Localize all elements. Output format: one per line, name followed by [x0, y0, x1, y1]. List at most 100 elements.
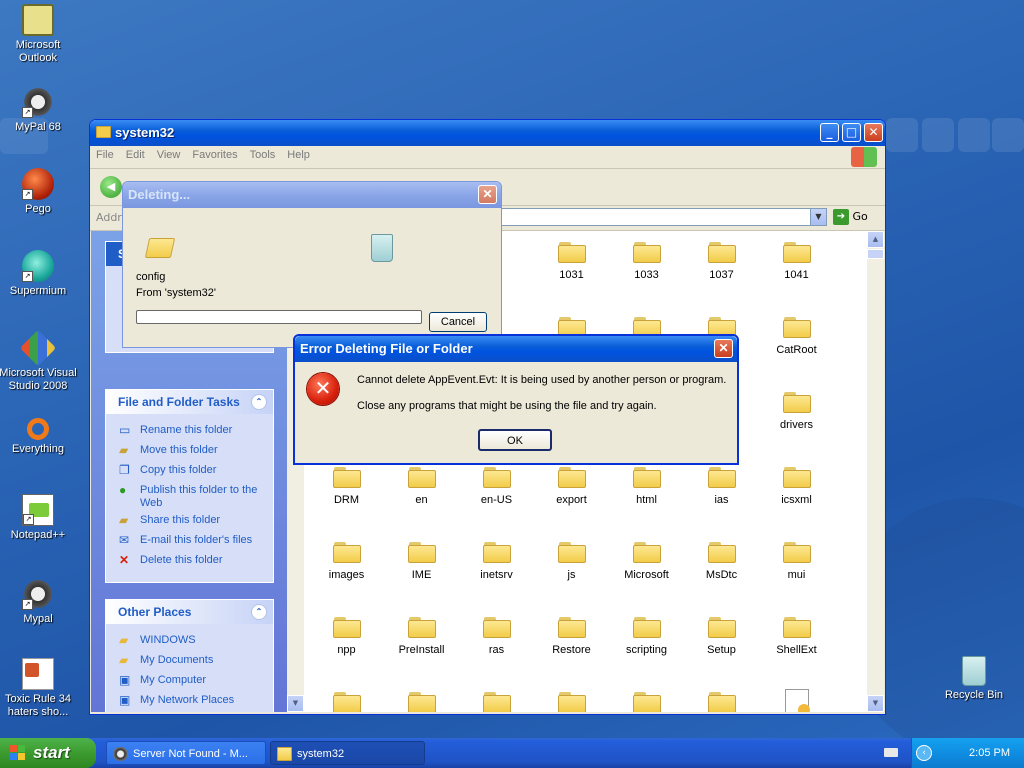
- go-button[interactable]: ➔ Go: [833, 209, 879, 227]
- folder-item[interactable]: inetsrv: [459, 539, 534, 581]
- desktop-icon-visual-studio[interactable]: Microsoft Visual Studio 2008: [0, 329, 78, 393]
- folder-item[interactable]: Restore: [534, 614, 609, 656]
- task-copy-folder[interactable]: ❐ Copy this folder: [106, 462, 273, 482]
- close-button[interactable]: ✕: [864, 123, 883, 142]
- folder-item[interactable]: images: [309, 539, 384, 581]
- desktop-icon-everything[interactable]: Everything: [0, 414, 78, 456]
- folder-item[interactable]: icsxml: [759, 464, 834, 506]
- folder-item[interactable]: ias: [684, 464, 759, 506]
- folder-item[interactable]: 1033: [609, 239, 684, 281]
- folder-item[interactable]: scripting: [609, 614, 684, 656]
- folder-item[interactable]: html: [609, 464, 684, 506]
- start-button[interactable]: start: [0, 738, 96, 768]
- error-dialog-titlebar[interactable]: Error Deleting File or Folder ✕: [295, 336, 737, 362]
- scroll-down-button[interactable]: ▼: [867, 695, 884, 712]
- my-computer-icon: ▣: [119, 673, 131, 687]
- desktop-icon-outlook[interactable]: Microsoft Outlook: [0, 4, 78, 65]
- place-my-computer[interactable]: ▣ My Computer: [106, 672, 273, 692]
- menu-view[interactable]: View: [151, 146, 187, 161]
- deleting-dialog-titlebar[interactable]: Deleting... ✕: [123, 182, 501, 208]
- back-button[interactable]: ◀: [100, 176, 122, 198]
- ok-button[interactable]: OK: [478, 429, 552, 451]
- task-move-folder[interactable]: ▰ Move this folder: [106, 442, 273, 462]
- desktop-icon-mypal68[interactable]: ↗ MyPal 68: [0, 86, 78, 134]
- taskbar-button-browser[interactable]: Server Not Found - M...: [106, 741, 266, 765]
- desktop-icon-supermium[interactable]: ↗ Supermium: [0, 250, 78, 298]
- folder-item[interactable]: drivers: [759, 389, 834, 431]
- folder-item[interactable]: 1031: [534, 239, 609, 281]
- wallpaper-tiles: [884, 118, 1024, 154]
- folder-item[interactable]: [609, 689, 684, 712]
- folder-icon: [632, 539, 661, 563]
- clock[interactable]: 2:05 PM: [969, 738, 1010, 768]
- tray-expand-chevron-icon[interactable]: ‹: [916, 745, 932, 761]
- task-email-files[interactable]: ✉ E-mail this folder's files: [106, 532, 273, 552]
- folder-item[interactable]: 1041: [759, 239, 834, 281]
- scroll-thumb[interactable]: [867, 249, 884, 259]
- task-share-folder[interactable]: ▰ Share this folder: [106, 512, 273, 532]
- desktop-icon-notepadpp[interactable]: ↗ Notepad++: [0, 494, 78, 542]
- panel-header[interactable]: Other Places ⌃: [106, 600, 273, 624]
- folder-item[interactable]: PreInstall: [384, 614, 459, 656]
- folder-item[interactable]: [384, 689, 459, 712]
- place-my-network[interactable]: ▣ My Network Places: [106, 692, 273, 712]
- task-rename-folder[interactable]: ▭ Rename this folder: [106, 422, 273, 442]
- folder-label: html: [636, 494, 657, 506]
- desktop-icon-mypal[interactable]: ↗ Mypal: [0, 578, 78, 626]
- explorer-titlebar[interactable]: system32 _ □ ✕: [90, 120, 885, 146]
- folder-item[interactable]: MsDtc: [684, 539, 759, 581]
- minimize-button[interactable]: _: [820, 123, 839, 142]
- folder-item[interactable]: IME: [384, 539, 459, 581]
- folder-item[interactable]: [309, 689, 384, 712]
- folder-item[interactable]: js: [534, 539, 609, 581]
- menu-edit[interactable]: Edit: [120, 146, 151, 161]
- folder-item[interactable]: npp: [309, 614, 384, 656]
- folder-item[interactable]: [759, 689, 834, 712]
- folder-item[interactable]: Microsoft: [609, 539, 684, 581]
- folder-item[interactable]: [459, 689, 534, 712]
- close-button[interactable]: ✕: [714, 339, 733, 358]
- folder-item[interactable]: en-US: [459, 464, 534, 506]
- collapse-chevron-icon[interactable]: ⌃: [251, 394, 267, 410]
- error-dialog[interactable]: Error Deleting File or Folder ✕ ✕ Cannot…: [293, 334, 739, 465]
- folder-item[interactable]: CatRoot: [759, 314, 834, 356]
- deleting-dialog[interactable]: Deleting... ✕ config From 'system32' Can…: [122, 181, 502, 348]
- panel-header[interactable]: File and Folder Tasks ⌃: [106, 390, 273, 414]
- taskbar-button-system32[interactable]: system32: [270, 741, 425, 765]
- folder-item[interactable]: DRM: [309, 464, 384, 506]
- scroll-up-button[interactable]: ▲: [867, 231, 884, 248]
- cancel-button[interactable]: Cancel: [429, 312, 487, 332]
- close-button[interactable]: ✕: [478, 185, 497, 204]
- scroll-down-button[interactable]: ▼: [287, 695, 304, 712]
- folder-item[interactable]: export: [534, 464, 609, 506]
- move-folder-icon: ▰: [119, 443, 129, 457]
- place-windows[interactable]: ▰ WINDOWS: [106, 632, 273, 652]
- maximize-button[interactable]: □: [842, 123, 861, 142]
- content-scrollbar[interactable]: ▲ ▼: [867, 231, 884, 712]
- menu-favorites[interactable]: Favorites: [186, 146, 243, 161]
- folder-label: js: [567, 569, 576, 581]
- menu-tools[interactable]: Tools: [244, 146, 282, 161]
- folder-item[interactable]: mui: [759, 539, 834, 581]
- folder-item[interactable]: [684, 689, 759, 712]
- folder-item[interactable]: 1037: [684, 239, 759, 281]
- folder-item[interactable]: ras: [459, 614, 534, 656]
- desktop-icon-label: Recycle Bin: [944, 689, 1004, 701]
- address-dropdown-button[interactable]: ▼: [810, 208, 827, 226]
- folder-label: drivers: [779, 419, 813, 431]
- folder-icon: [557, 689, 586, 712]
- collapse-chevron-icon[interactable]: ⌃: [251, 604, 267, 620]
- desktop-icon-recycle-bin[interactable]: Recycle Bin: [934, 656, 1014, 702]
- folder-item[interactable]: ShellExt: [759, 614, 834, 656]
- my-documents-icon: ▰: [119, 653, 129, 667]
- desktop-icon-pego[interactable]: ↗ Pego: [0, 168, 78, 216]
- folder-item[interactable]: [534, 689, 609, 712]
- folder-icon: [407, 614, 436, 638]
- folder-item[interactable]: Setup: [684, 614, 759, 656]
- task-publish-folder[interactable]: ● Publish this folder to the Web: [106, 482, 273, 512]
- place-my-documents[interactable]: ▰ My Documents: [106, 652, 273, 672]
- desktop-icon-pptfile[interactable]: Toxic Rule 34 haters sho...: [0, 658, 78, 719]
- task-delete-folder[interactable]: ✕ Delete this folder: [106, 552, 273, 572]
- menu-help[interactable]: Help: [281, 146, 316, 161]
- menu-file[interactable]: File: [90, 146, 120, 161]
